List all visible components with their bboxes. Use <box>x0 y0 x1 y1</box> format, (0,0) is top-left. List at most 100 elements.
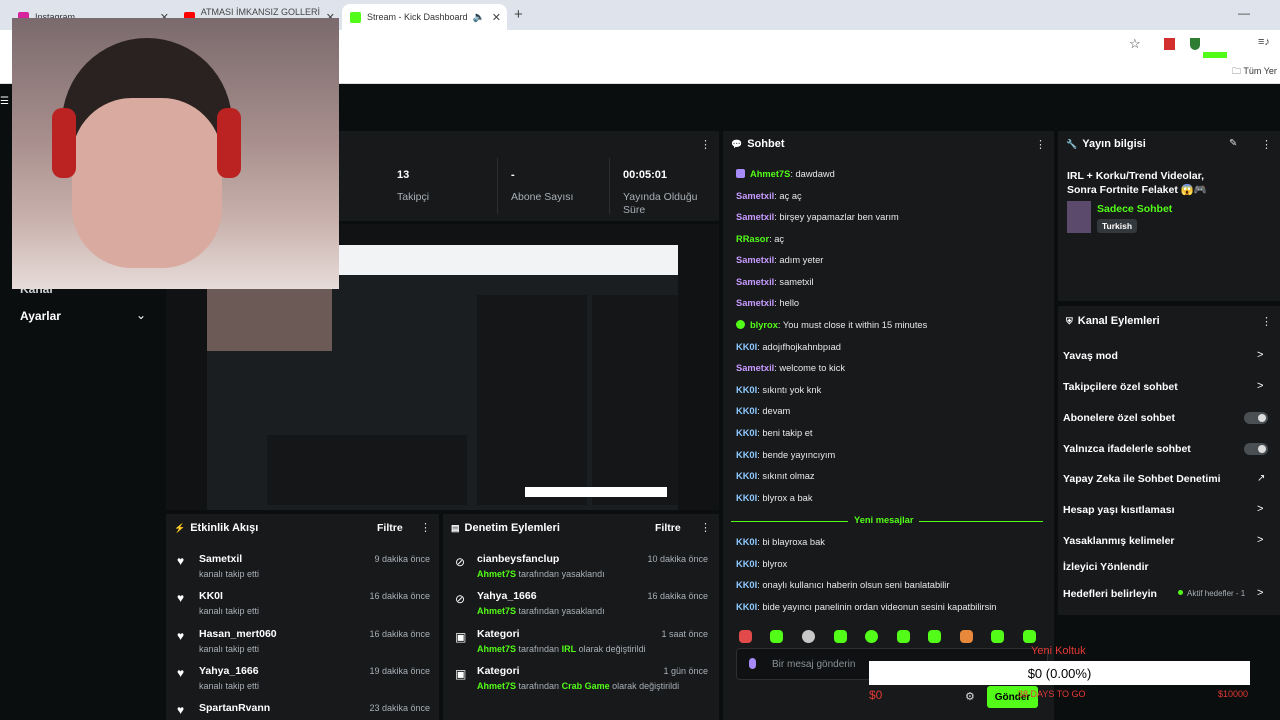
edit-icon[interactable]: ✎ <box>1229 138 1237 149</box>
chat-username[interactable]: Sametxil <box>736 255 774 265</box>
ban-icon: ⊘ <box>455 592 466 606</box>
activity-username[interactable]: SpartanRvann <box>199 702 270 714</box>
action-account-age[interactable]: Hesap yaşı kısıtlaması <box>1063 504 1175 516</box>
sidebar-item-ayarlar[interactable]: Ayarlar <box>20 309 61 323</box>
chat-username[interactable]: Sametxil <box>736 298 774 308</box>
emote-icon[interactable] <box>865 630 878 643</box>
activity-description: kanalı takip etti <box>199 644 260 654</box>
moderation-target[interactable]: Kategori <box>477 665 520 677</box>
emote-icon[interactable] <box>739 630 752 643</box>
activity-filter-button[interactable]: Filtre <box>377 522 403 534</box>
action-ai-moderation[interactable]: Yapay Zeka ile Sohbet Denetimi <box>1063 473 1221 485</box>
media-icon[interactable]: ≡♪ <box>1258 36 1270 48</box>
chat-username[interactable]: RRasor <box>736 234 769 244</box>
moderation-text: tarafından yasaklandı <box>518 606 605 616</box>
activity-username[interactable]: Yahya_1666 <box>199 665 259 677</box>
chat-username[interactable]: KK0I <box>736 537 757 547</box>
moderation-target[interactable]: cianbeysfanclup <box>477 553 559 565</box>
chat-text: : hello <box>774 298 800 308</box>
more-icon[interactable]: ⋮ <box>1035 138 1046 151</box>
moderation-time: 16 dakika önce <box>647 591 708 601</box>
action-subscribers-only[interactable]: Abonelere özel sohbet <box>1063 412 1175 424</box>
emote-icon[interactable] <box>802 630 815 643</box>
more-icon[interactable]: ⋮ <box>1261 315 1272 328</box>
chevron-right-icon[interactable]: > <box>1257 503 1263 515</box>
tab-kick-dashboard[interactable]: Stream - Kick Dashboard 🔈 ✕ <box>342 4 507 30</box>
chat-username[interactable]: Sametxil <box>736 277 774 287</box>
chat-username[interactable]: KK0I <box>736 602 757 612</box>
new-tab-icon[interactable]: + <box>514 6 523 23</box>
emote-icon[interactable] <box>991 630 1004 643</box>
emote-icon[interactable] <box>834 630 847 643</box>
action-slow-mode[interactable]: Yavaş mod <box>1063 350 1118 362</box>
pdf-extension-icon[interactable] <box>1164 38 1175 50</box>
shield-icon[interactable] <box>1190 38 1200 50</box>
activity-username[interactable]: Sametxil <box>199 553 242 565</box>
moderation-target[interactable]: Kategori <box>477 628 520 640</box>
emote-icon[interactable] <box>897 630 910 643</box>
moderation-target[interactable]: Yahya_1666 <box>477 590 537 602</box>
moderation-value: Crab Game <box>561 681 610 691</box>
heart-icon: ♥ <box>177 703 185 717</box>
moderation-actor[interactable]: Ahmet7S <box>477 681 516 691</box>
chat-username[interactable]: KK0I <box>736 342 757 352</box>
subscribers-value: - <box>511 169 515 181</box>
menu-icon[interactable]: ☰ <box>0 96 9 107</box>
chat-text: : devam <box>757 406 791 416</box>
microphone-icon[interactable] <box>749 658 756 669</box>
chat-username[interactable]: Ahmet7S <box>750 169 790 179</box>
chat-username[interactable]: Sametxil <box>736 212 774 222</box>
chat-text: : blyrox a bak <box>757 493 813 503</box>
new-messages-label: Yeni mesajlar <box>848 515 920 525</box>
goal-days-left: 38 DAYS TO GO <box>1018 689 1086 699</box>
action-set-goals[interactable]: Hedefleri belirleyin <box>1063 588 1157 600</box>
category-name[interactable]: Sadece Sohbet <box>1097 203 1172 215</box>
activity-username[interactable]: Hasan_mert060 <box>199 628 277 640</box>
moderation-actor[interactable]: Ahmet7S <box>477 606 516 616</box>
chat-username[interactable]: KK0I <box>736 559 757 569</box>
emote-only-toggle[interactable] <box>1244 443 1268 455</box>
speaker-icon[interactable]: 🔈 <box>473 12 485 23</box>
emote-icon[interactable] <box>1023 630 1036 643</box>
moderation-time: 1 gün önce <box>663 666 708 676</box>
chat-username[interactable]: blyrox <box>750 320 778 330</box>
chevron-right-icon[interactable]: > <box>1257 534 1263 546</box>
gear-icon[interactable]: ⚙ <box>965 690 975 703</box>
chat-username[interactable]: KK0I <box>736 406 757 416</box>
moderation-actor[interactable]: Ahmet7S <box>477 644 516 654</box>
chevron-right-icon[interactable]: > <box>1257 587 1263 599</box>
subscribers-only-toggle[interactable] <box>1244 412 1268 424</box>
chevron-down-icon[interactable]: ⌄ <box>136 308 146 322</box>
moderation-actor[interactable]: Ahmet7S <box>477 569 516 579</box>
chat-username[interactable]: KK0I <box>736 471 757 481</box>
action-followers-only[interactable]: Takipçilere özel sohbet <box>1063 381 1178 393</box>
action-banned-words[interactable]: Yasaklanmış kelimeler <box>1063 535 1175 547</box>
emote-icon[interactable] <box>928 630 941 643</box>
chat-username[interactable]: KK0I <box>736 493 757 503</box>
chat-username[interactable]: KK0I <box>736 450 757 460</box>
channel-actions-header: ⛨ Kanal Eylemleri <box>1066 315 1160 327</box>
star-icon[interactable]: ☆ <box>1129 36 1141 52</box>
action-host[interactable]: İzleyici Yönlendir <box>1063 561 1149 573</box>
preview-feeds <box>267 435 467 505</box>
minimize-icon[interactable]: — <box>1238 6 1250 20</box>
action-emote-only[interactable]: Yalnızca ifadelerle sohbet <box>1063 443 1191 455</box>
more-icon[interactable]: ⋮ <box>1261 138 1272 151</box>
activity-username[interactable]: KK0I <box>199 590 223 602</box>
moderation-filter-button[interactable]: Filtre <box>655 522 681 534</box>
all-bookmarks[interactable]: 🗀 Tüm Yer <box>1232 64 1277 80</box>
close-icon[interactable]: ✕ <box>492 11 501 24</box>
chevron-right-icon[interactable]: > <box>1257 380 1263 392</box>
chat-username[interactable]: Sametxil <box>736 191 774 201</box>
chat-username[interactable]: KK0I <box>736 385 757 395</box>
more-icon[interactable]: ⋮ <box>700 138 711 151</box>
chevron-right-icon[interactable]: > <box>1257 349 1263 361</box>
emote-icon[interactable] <box>960 630 973 643</box>
emote-icon[interactable] <box>770 630 783 643</box>
external-link-icon[interactable]: ↗ <box>1257 473 1265 484</box>
chat-username[interactable]: KK0I <box>736 580 757 590</box>
chat-username[interactable]: KK0I <box>736 428 757 438</box>
chat-username[interactable]: Sametxil <box>736 363 774 373</box>
more-icon[interactable]: ⋮ <box>700 521 711 534</box>
more-icon[interactable]: ⋮ <box>420 521 431 534</box>
